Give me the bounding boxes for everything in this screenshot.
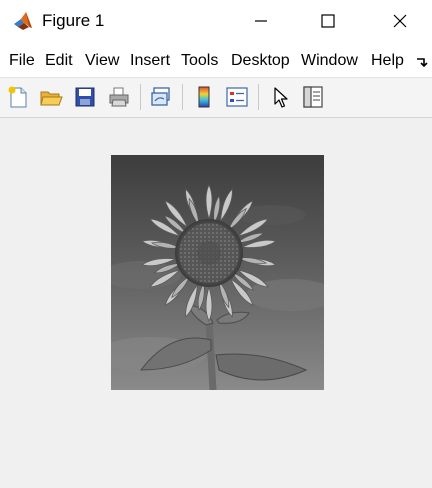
grayscale-sunflower-photo (111, 155, 324, 390)
open-file-button[interactable] (37, 83, 65, 111)
insert-legend-icon (226, 87, 248, 107)
menu-desktop[interactable]: Desktop (231, 51, 294, 71)
figure-toolbar (0, 78, 432, 118)
figure-canvas (0, 119, 432, 488)
edit-plot-button[interactable] (266, 83, 294, 111)
maximize-button[interactable] (305, 0, 351, 42)
close-icon (393, 14, 407, 28)
link-plot-button[interactable] (147, 83, 175, 111)
minimize-button[interactable] (238, 0, 284, 42)
new-figure-button[interactable] (4, 83, 32, 111)
menu-tools[interactable]: Tools (181, 51, 218, 71)
window-title: Figure 1 (42, 11, 105, 30)
insert-legend-button[interactable] (223, 83, 251, 111)
toolbar-separator (258, 84, 259, 110)
save-icon (75, 87, 95, 107)
property-inspector-button[interactable] (299, 83, 327, 111)
toolbar-separator (182, 84, 183, 110)
toolbar-separator (140, 84, 141, 110)
menu-window[interactable]: Window (301, 51, 358, 71)
minimize-icon (255, 20, 267, 22)
link-plot-icon (151, 87, 170, 106)
chevron-overflow-icon[interactable] (414, 54, 430, 70)
menu-edit[interactable]: Edit (45, 51, 73, 71)
property-inspector-icon (303, 86, 323, 108)
print-icon (109, 87, 129, 107)
menu-insert[interactable]: Insert (130, 51, 170, 71)
print-button[interactable] (105, 83, 133, 111)
new-figure-icon (8, 86, 27, 108)
close-button[interactable] (377, 0, 423, 42)
save-button[interactable] (71, 83, 99, 111)
menu-bar: File Edit View Insert Tools Desktop Wind… (0, 42, 432, 78)
title-bar: Figure 1 (0, 0, 432, 42)
matlab-icon (14, 12, 32, 30)
menu-file[interactable]: File (9, 51, 35, 71)
menu-view[interactable]: View (85, 51, 119, 71)
open-file-icon (40, 91, 63, 106)
maximize-icon (321, 14, 335, 28)
insert-colorbar-icon (198, 86, 210, 108)
edit-plot-cursor-icon (274, 87, 288, 108)
insert-colorbar-button[interactable] (190, 83, 218, 111)
menu-help[interactable]: Help (371, 51, 404, 71)
